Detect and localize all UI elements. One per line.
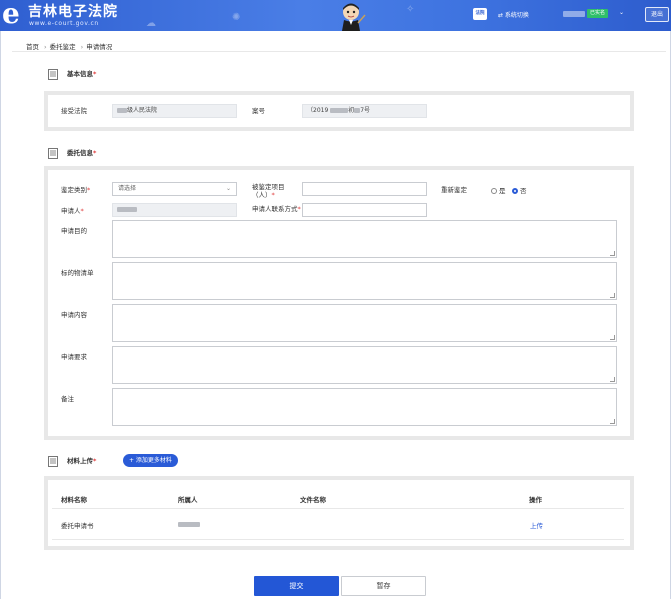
section-title: 委托信息 [67, 149, 93, 157]
court-field: 级人民法院 [112, 104, 237, 118]
document-icon [48, 455, 58, 467]
requirement-textarea[interactable] [112, 346, 617, 384]
logout-button[interactable]: 退出 [645, 7, 669, 22]
section-title: 基本信息 [67, 70, 93, 78]
case-number-prefix: （2019 [307, 107, 329, 114]
reappraisal-radio-no[interactable]: 否 [512, 185, 527, 195]
applicant-contact-label: 申请人联系方式* [252, 205, 301, 213]
court-logo-icon[interactable]: e [2, 0, 24, 28]
content-label: 申请内容 [61, 311, 87, 319]
column-header-owner: 所属人 [178, 496, 198, 504]
column-header-file-name: 文件名称 [300, 496, 326, 504]
redacted-text [117, 108, 127, 113]
breadcrumb-entrust[interactable]: 委托鉴定 [50, 43, 76, 51]
reappraisal-radio-yes[interactable]: 是 [491, 185, 506, 195]
requirement-label: 申请要求 [61, 353, 87, 361]
submit-button[interactable]: 提交 [254, 576, 339, 596]
reappraisal-label: 重新鉴定 [441, 186, 467, 194]
section-entrust-info-header: 委托信息* [48, 147, 96, 159]
resize-handle-icon[interactable] [610, 293, 615, 298]
add-more-materials-button[interactable]: + 添加更多材料 [123, 454, 178, 467]
table-divider [52, 508, 624, 509]
chevron-down-icon: ⌄ [225, 185, 231, 192]
gear-decor-icon: ✺ [232, 12, 241, 23]
subject-list-textarea[interactable] [112, 262, 617, 300]
section-materials-header: 材料上传* [48, 455, 96, 467]
top-header: ✺ ✧ ☁ e 吉林电子法院 www.e-court.gov.cn 法院 ⇄ 系… [0, 0, 671, 31]
column-header-material-name: 材料名称 [61, 496, 87, 504]
appraisal-type-select[interactable]: 请选择 ⌄ [112, 182, 237, 196]
breadcrumb: 首页 › 委托鉴定 › 申请情况 [26, 41, 114, 51]
applicant-field [112, 203, 237, 217]
chevron-right-icon: › [44, 43, 47, 51]
upload-link[interactable]: 上传 [530, 520, 543, 530]
case-number-field: （2019 初 7号 [302, 104, 427, 118]
cloud-decor-icon: ☁ [146, 18, 156, 29]
chevron-right-icon: › [80, 43, 84, 51]
court-label: 接受法院 [61, 107, 87, 115]
applicant-contact-input[interactable] [302, 203, 427, 217]
court-value: 级人民法院 [127, 107, 158, 114]
table-divider [52, 539, 624, 540]
section-basic-info-header: 基本信息* [48, 68, 96, 80]
subject-list-label: 标的物清单 [61, 269, 94, 277]
appraised-item-input[interactable] [302, 182, 427, 196]
column-header-action: 操作 [529, 496, 542, 504]
case-number-suffix: 7号 [360, 107, 371, 114]
resize-handle-icon[interactable] [610, 419, 615, 424]
system-switch-link[interactable]: ⇄ 系统切换 [498, 10, 529, 19]
purpose-label: 申请目的 [61, 227, 87, 235]
page-border-left [0, 31, 1, 599]
court-badge-icon[interactable]: 法院 [473, 8, 487, 20]
redacted-text [330, 108, 349, 113]
document-icon [48, 147, 58, 159]
case-number-label: 案号 [252, 107, 265, 115]
document-icon [48, 68, 58, 80]
remark-label: 备注 [61, 395, 74, 403]
verified-badge: 已实名 [587, 9, 609, 18]
radio-selected-icon [512, 188, 518, 194]
redacted-text [117, 207, 137, 212]
material-owner [178, 520, 200, 528]
redacted-text [178, 521, 200, 527]
radio-circle-icon [491, 188, 497, 194]
user-menu-chevron-down-icon[interactable]: ⌄ [619, 9, 624, 16]
content-textarea[interactable] [112, 304, 617, 342]
breadcrumb-current: 申请情况 [86, 43, 113, 51]
site-title[interactable]: 吉林电子法院 [28, 1, 118, 21]
judge-mascot-icon [342, 3, 366, 31]
resize-handle-icon[interactable] [610, 377, 615, 382]
user-name-redacted [563, 11, 585, 17]
star-decor-icon: ✧ [406, 4, 415, 15]
select-placeholder: 请选择 [118, 185, 137, 192]
purpose-textarea[interactable] [112, 220, 617, 258]
resize-handle-icon[interactable] [610, 335, 615, 340]
breadcrumb-home[interactable]: 首页 [26, 43, 39, 51]
site-url: www.e-court.gov.cn [29, 20, 99, 27]
appraisal-type-label: 鉴定类别* [61, 186, 91, 194]
section-title: 材料上传 [67, 457, 93, 465]
applicant-label: 申请人* [61, 207, 84, 215]
material-name: 委托申请书 [61, 522, 94, 530]
save-draft-button[interactable]: 暂存 [341, 576, 426, 596]
remark-textarea[interactable] [112, 388, 617, 426]
appraised-item-label: 被鉴定项目（人）* [252, 183, 285, 199]
divider [12, 51, 666, 52]
resize-handle-icon[interactable] [610, 251, 615, 256]
